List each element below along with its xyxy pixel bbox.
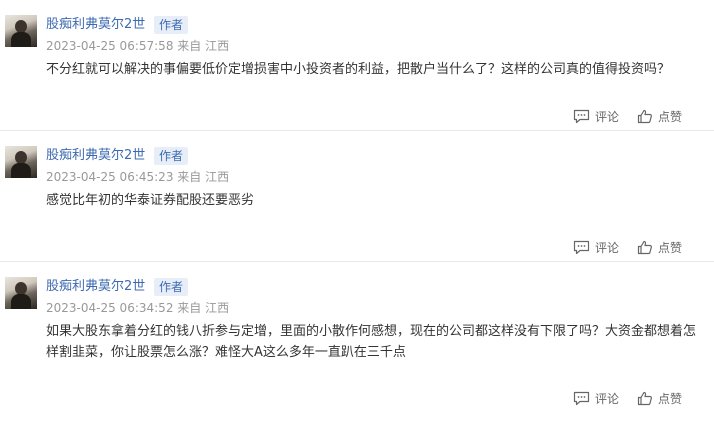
comment-meta: 2023-04-25 06:45:23 来自 江西 xyxy=(46,170,230,184)
comment-actions: 评论 点赞 xyxy=(573,237,682,257)
like-button-label: 点赞 xyxy=(657,240,682,255)
comment-button-label: 评论 xyxy=(594,391,619,406)
username-link[interactable]: 股痴利弗莫尔2世 xyxy=(46,15,145,35)
comment-text: 不分红就可以解决的事偏要低价定增损害中小投资者的利益，把散户当什么了？这样的公司… xyxy=(46,62,671,77)
comment-text: 如果大股东拿着分红的钱八折参与定增，里面的小散作何感想，现在的公司都这样没有下限… xyxy=(46,324,697,360)
like-button[interactable]: 点赞 xyxy=(637,239,682,256)
username-link[interactable]: 股痴利弗莫尔2世 xyxy=(46,146,145,166)
author-badge: 作者 xyxy=(154,278,189,296)
thumbs-up-icon xyxy=(637,109,652,123)
comment-button-label: 评论 xyxy=(594,109,619,124)
comment-bubble-icon xyxy=(573,109,590,123)
like-button-label: 点赞 xyxy=(657,109,682,124)
comment-meta: 2023-04-25 06:34:52 来自 江西 xyxy=(46,301,230,315)
thumbs-up-icon xyxy=(637,240,652,254)
comment-item: 股痴利弗莫尔2世 作者 2023-04-25 06:57:58 来自 江西 不分… xyxy=(0,0,714,130)
comment-button[interactable]: 评论 xyxy=(573,390,619,407)
author-badge: 作者 xyxy=(154,16,189,34)
comment-button-label: 评论 xyxy=(594,240,619,255)
username-link[interactable]: 股痴利弗莫尔2世 xyxy=(46,277,145,297)
comment-bubble-icon xyxy=(573,391,590,405)
comment-item: 股痴利弗莫尔2世 作者 2023-04-25 06:34:52 来自 江西 如果… xyxy=(0,261,714,406)
comment-meta: 2023-04-25 06:57:58 来自 江西 xyxy=(46,39,230,53)
like-button-label: 点赞 xyxy=(657,391,682,406)
like-button[interactable]: 点赞 xyxy=(637,390,682,407)
comment-item: 股痴利弗莫尔2世 作者 2023-04-25 06:45:23 来自 江西 感觉… xyxy=(0,130,714,261)
avatar[interactable] xyxy=(5,277,37,309)
author-badge: 作者 xyxy=(154,147,189,165)
comment-list: 股痴利弗莫尔2世 作者 2023-04-25 06:57:58 来自 江西 不分… xyxy=(0,0,714,406)
comment-button[interactable]: 评论 xyxy=(573,239,619,256)
comment-bubble-icon xyxy=(573,240,590,254)
comment-button[interactable]: 评论 xyxy=(573,108,619,125)
avatar[interactable] xyxy=(5,15,37,47)
comment-text: 感觉比年初的华泰证券配股还要恶劣 xyxy=(46,193,255,208)
comment-actions: 评论 点赞 xyxy=(573,106,682,126)
like-button[interactable]: 点赞 xyxy=(637,108,682,125)
avatar[interactable] xyxy=(5,146,37,178)
comment-actions: 评论 点赞 xyxy=(573,388,682,408)
thumbs-up-icon xyxy=(637,391,652,405)
